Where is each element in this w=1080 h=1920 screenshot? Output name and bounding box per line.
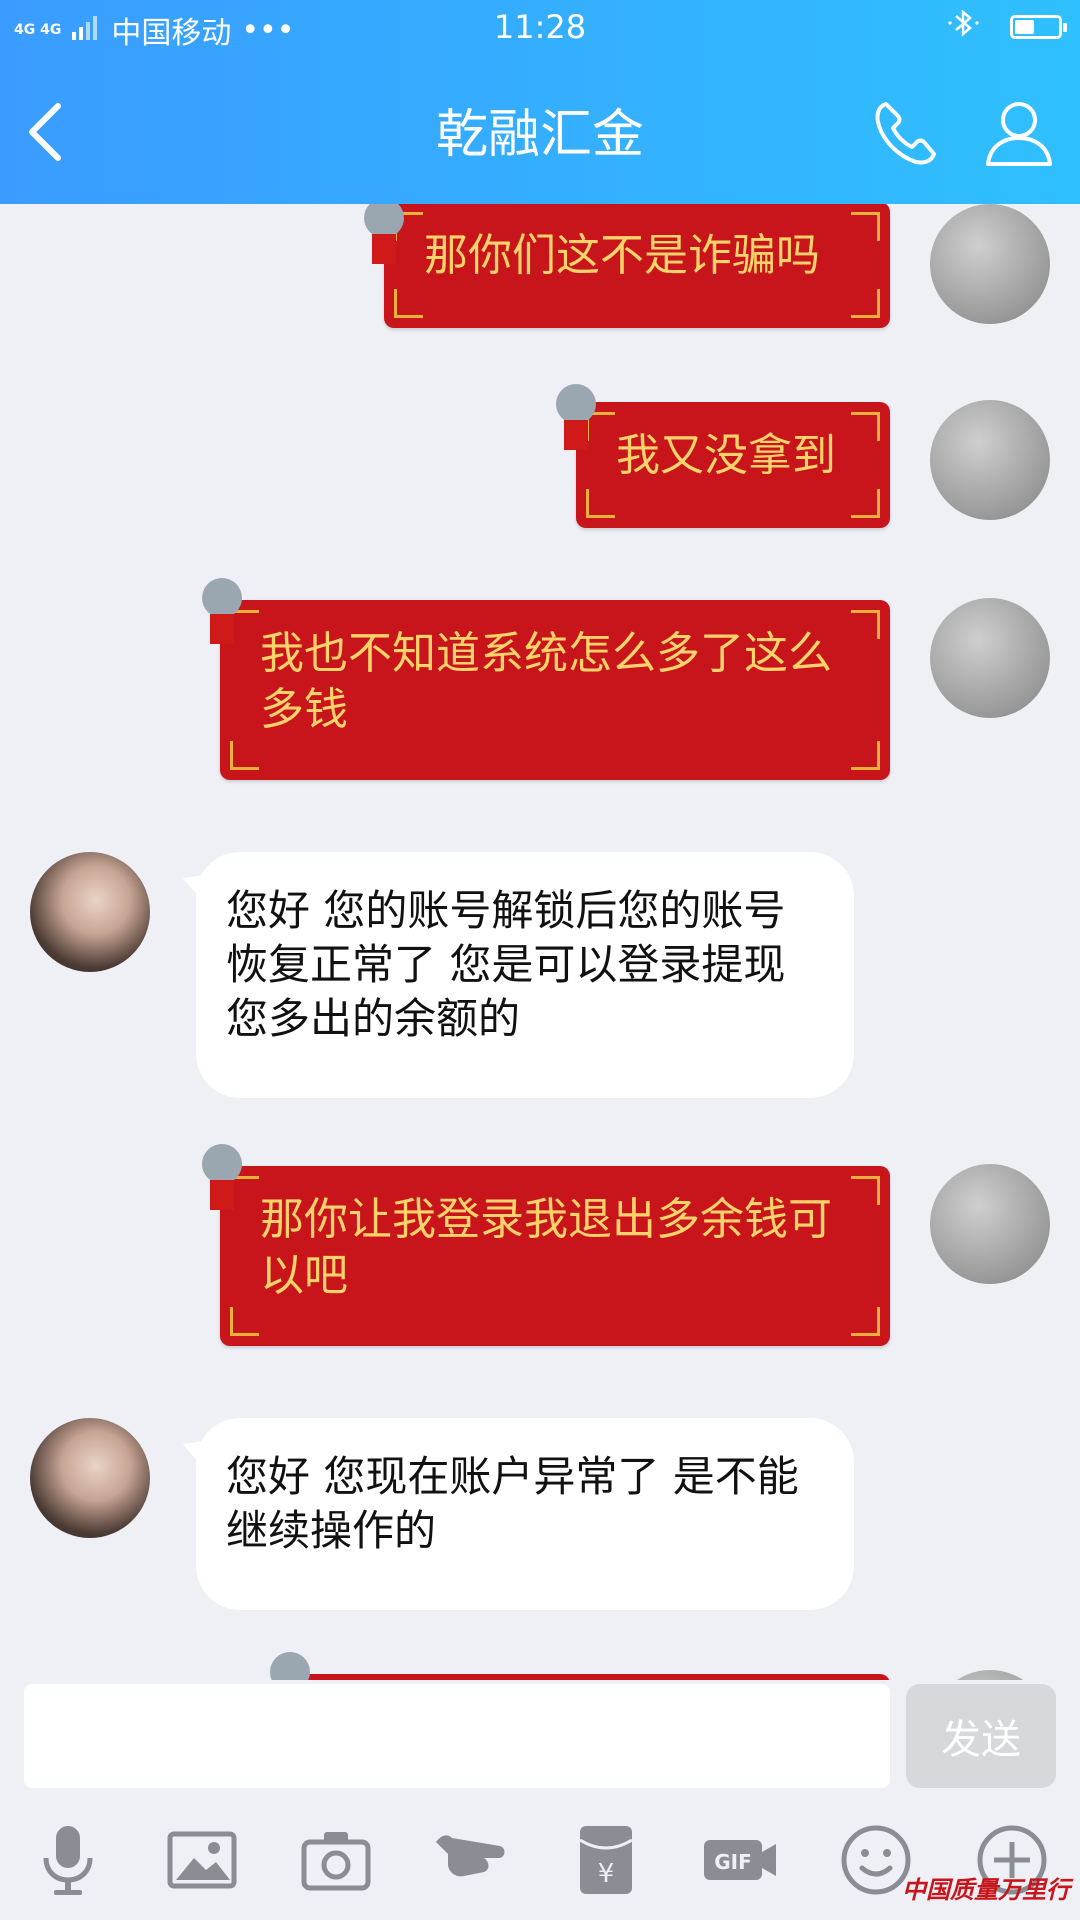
profile-button[interactable] xyxy=(980,94,1058,172)
phone-call-button[interactable] xyxy=(868,94,946,172)
watermark-text: 中国质量万里行 xyxy=(902,1875,1070,1904)
chat-area[interactable]: 那你们这不是诈骗吗 我又没拿到 我也不知道系统怎么多了这么多钱 您好 您的账号解… xyxy=(0,204,1080,1680)
message-text: 我又没拿到 xyxy=(616,430,836,481)
battery-fill xyxy=(1015,20,1034,34)
clock: 11:28 xyxy=(493,8,587,46)
sticker-icon xyxy=(194,574,250,652)
my-avatar[interactable] xyxy=(930,1670,1050,1680)
my-avatar[interactable] xyxy=(930,400,1050,520)
message-text: 我也不知道系统怎么多了这么多钱 xyxy=(260,628,832,735)
battery-icon xyxy=(1010,15,1067,39)
sent-message-bubble[interactable]: 我又没拿到 xyxy=(576,402,890,528)
contact-avatar[interactable] xyxy=(30,852,150,972)
received-message-bubble[interactable]: 您好 您的账号解锁后您的账号恢复正常了 您是可以登录提现 您多出的余额的 xyxy=(196,852,854,1098)
microphone-icon[interactable] xyxy=(28,1820,108,1900)
camera-icon[interactable] xyxy=(296,1820,376,1900)
message-text: 那你们这不是诈骗吗 xyxy=(424,230,820,281)
message-text: 您好 您的账号解锁后您的账号恢复正常了 您是可以登录提现 您多出的余额的 xyxy=(226,886,786,1043)
send-button[interactable]: 发送 xyxy=(906,1684,1056,1788)
image-icon[interactable] xyxy=(162,1820,242,1900)
sticker-icon xyxy=(262,1648,318,1680)
svg-text:GIF: GIF xyxy=(714,1850,752,1874)
contact-avatar[interactable] xyxy=(30,1418,150,1538)
my-avatar[interactable] xyxy=(930,1164,1050,1284)
status-bar: 4G 4G 中国移动 ••• 11:28 xyxy=(0,0,1080,58)
watermark-logo: 中国质量万里行 xyxy=(902,1870,1070,1905)
received-message-bubble[interactable]: 您好 您现在账户异常了 是不能继续操作的 xyxy=(196,1418,854,1610)
my-avatar[interactable] xyxy=(930,598,1050,718)
gif-icon[interactable]: GIF xyxy=(700,1820,780,1900)
input-bar: 发送 xyxy=(0,1680,1080,1790)
poke-icon[interactable] xyxy=(430,1820,510,1900)
status-right xyxy=(946,9,1067,44)
svg-text:¥: ¥ xyxy=(598,1859,615,1889)
message-text: 您好 您现在账户异常了 是不能继续操作的 xyxy=(226,1452,799,1555)
sent-message-bubble[interactable]: 那你们这不是诈骗吗 xyxy=(384,204,890,328)
phone-icon xyxy=(875,102,936,165)
red-packet-icon[interactable]: ¥ xyxy=(566,1820,646,1900)
message-text: 那你让我登录我退出多余钱可以吧 xyxy=(260,1194,832,1301)
top-bar: 4G 4G 中国移动 ••• 11:28 乾融汇金 xyxy=(0,0,1080,204)
person-icon xyxy=(986,102,1052,166)
sticker-icon xyxy=(194,1140,250,1218)
sent-message-bubble[interactable]: 那你让我登录我退出多余钱可以吧 xyxy=(220,1166,890,1346)
sent-message-bubble[interactable]: 我也不知道系统怎么多了这么多钱 xyxy=(220,600,890,780)
sticker-icon xyxy=(356,204,412,272)
my-avatar[interactable] xyxy=(930,204,1050,324)
bluetooth-icon xyxy=(946,9,982,44)
sticker-icon xyxy=(548,380,604,458)
message-input[interactable] xyxy=(24,1684,890,1788)
